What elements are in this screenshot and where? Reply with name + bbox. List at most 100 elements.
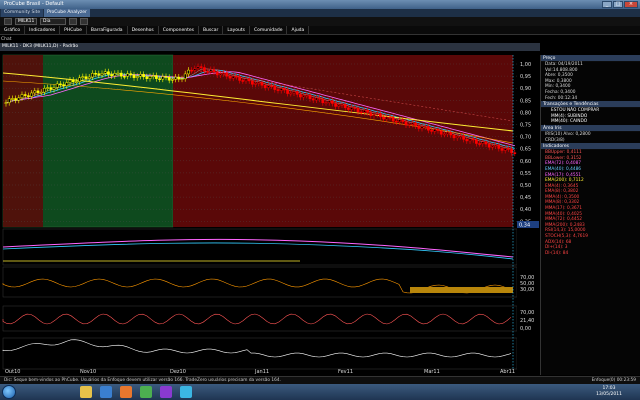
candle-body xyxy=(107,71,110,75)
candle-body xyxy=(167,76,171,81)
candle-body xyxy=(247,78,251,82)
menu-indicadores[interactable]: Indicadores xyxy=(25,26,61,34)
zoom-icon[interactable] xyxy=(80,18,88,25)
candle-body xyxy=(171,79,174,81)
menu-layouts[interactable]: Layouts xyxy=(223,26,250,34)
candle-body xyxy=(289,92,293,95)
chrome-icon[interactable] xyxy=(140,386,152,398)
maximize-button[interactable]: □ xyxy=(613,1,623,8)
candle-body xyxy=(327,100,331,103)
tab-community-site[interactable]: Community Site xyxy=(1,9,44,17)
menu-comunidade[interactable]: Comunidade xyxy=(250,26,288,34)
candle-body xyxy=(350,107,353,110)
candle-body xyxy=(379,113,382,118)
price-chart[interactable]: 1,00 0,95 0,90 0,85 0,80 0,75 0,70 0,65 0,60 0,55… xyxy=(0,51,540,376)
menu-grafico[interactable]: Gráfico xyxy=(0,26,26,34)
price-tick-label: 0,50 xyxy=(520,183,531,189)
candle-body xyxy=(241,80,245,82)
menu-phcube[interactable]: PHCube xyxy=(60,26,87,34)
menu-ajuda[interactable]: Ajuda xyxy=(287,26,310,34)
clock-date: 13/05/2011 xyxy=(596,392,622,397)
candle-body xyxy=(212,69,216,73)
candle-body xyxy=(494,144,497,147)
candle-body xyxy=(190,69,193,72)
app-icon[interactable] xyxy=(160,386,172,398)
candle-body xyxy=(439,130,443,135)
candle-body xyxy=(155,75,158,79)
candle-body xyxy=(471,138,475,141)
candle-body xyxy=(209,69,213,72)
candle-body xyxy=(87,76,91,79)
taskbar-clock[interactable]: 17:03 13/05/2011 xyxy=(596,386,622,398)
menu-componentes[interactable]: Componentes xyxy=(159,26,199,34)
candle-body xyxy=(75,81,78,83)
symbol-input[interactable]: MILK11 xyxy=(15,18,37,25)
candle-body xyxy=(174,76,177,80)
candle-body xyxy=(33,90,37,94)
candle-body xyxy=(84,76,88,79)
candle-body xyxy=(359,111,363,114)
candle-body xyxy=(491,145,494,148)
candle-body xyxy=(145,76,149,79)
candle-body xyxy=(382,116,385,120)
candle-body xyxy=(366,110,369,113)
price-section-header[interactable]: Preço xyxy=(541,55,640,62)
candle-body xyxy=(513,152,517,154)
price-tick-label: 0,75 xyxy=(520,123,531,129)
back-icon[interactable] xyxy=(4,18,12,25)
candle-body xyxy=(238,76,241,81)
toolbar: MILK11 Dia xyxy=(0,17,640,26)
firefox-icon[interactable] xyxy=(120,386,132,398)
candle-body xyxy=(465,139,469,142)
candle-body xyxy=(81,76,85,79)
time-axis-label: Fev11 xyxy=(338,369,353,375)
candle-body xyxy=(302,95,305,98)
price-tick-label: 0,60 xyxy=(520,159,531,165)
candle-body xyxy=(4,102,8,104)
menu-buscar[interactable]: Buscar xyxy=(199,26,224,34)
candle-body xyxy=(388,116,392,119)
candle-body xyxy=(65,82,69,87)
price-tick-label: 0,55 xyxy=(520,171,531,177)
candle-body xyxy=(254,83,257,85)
time-axis-label: Dez10 xyxy=(170,369,186,375)
media-player-icon[interactable] xyxy=(100,386,112,398)
candle-body xyxy=(478,143,481,145)
status-text: Dic: Seque bem-vindos ao PhCube. Usuário… xyxy=(4,378,281,383)
candle-body xyxy=(251,80,254,85)
chart-type-icon[interactable] xyxy=(69,18,77,25)
candle-body xyxy=(11,98,14,100)
candle-body xyxy=(331,100,334,104)
period-select[interactable]: Dia xyxy=(40,18,66,25)
candle-body xyxy=(452,134,456,139)
candle-body xyxy=(356,107,360,113)
area-section-header[interactable]: Área Iris xyxy=(541,124,640,132)
candle-body xyxy=(177,76,181,80)
candle-body xyxy=(433,129,437,132)
indicator-panel xyxy=(2,228,518,266)
candle-body xyxy=(299,94,302,98)
procube-icon[interactable] xyxy=(180,386,192,398)
time-axis-label: Nov10 xyxy=(80,369,96,375)
candle-body xyxy=(369,112,373,117)
candle-body xyxy=(164,76,168,78)
explorer-icon[interactable] xyxy=(80,386,92,398)
osc2-tick-label: 0,00 xyxy=(520,326,531,332)
tab-procube-analyzer[interactable]: ProCube Analyzer xyxy=(44,9,90,17)
candle-body xyxy=(385,116,389,120)
candle-body xyxy=(318,97,321,100)
minimize-button[interactable]: _ xyxy=(602,1,612,8)
menu-barrafigurada[interactable]: BarraFigurada xyxy=(87,26,128,34)
candle-body xyxy=(295,91,299,95)
candle-body xyxy=(353,107,357,109)
last-price-label: 0,34 xyxy=(519,223,530,229)
candle-body xyxy=(55,83,59,88)
indicator-row: DI-(14): 84 xyxy=(545,250,569,256)
candle-body xyxy=(398,119,401,123)
start-button-icon[interactable] xyxy=(2,385,16,399)
menu-desenhos[interactable]: Desenhos xyxy=(128,26,159,34)
price-tick-label: 0,70 xyxy=(520,135,531,141)
candle-body xyxy=(276,89,280,91)
candle-body xyxy=(311,98,315,101)
close-button[interactable]: × xyxy=(624,1,638,8)
